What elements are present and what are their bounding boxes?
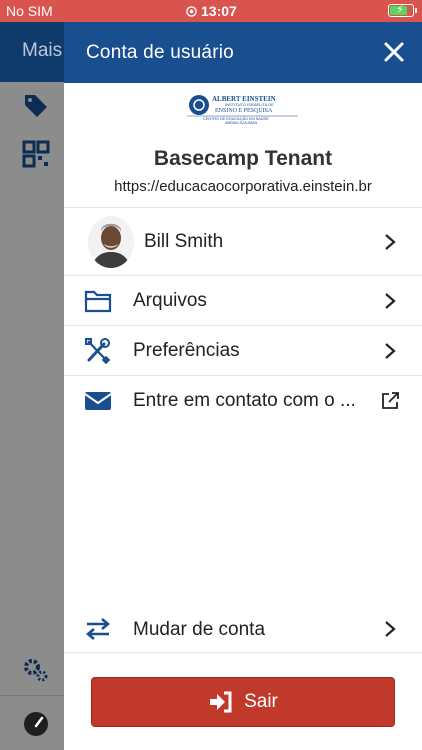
tag-icon[interactable] (22, 91, 50, 119)
background-title: Mais (22, 40, 63, 61)
tenant-name: Basecamp Tenant (153, 147, 333, 170)
menu-item-contact[interactable]: Entre em contato com o ... (64, 376, 422, 426)
avatar (88, 216, 134, 268)
status-bar: No SIM 13:07 ⚡ (0, 0, 422, 22)
chevron-right-icon (385, 621, 396, 637)
background-app: Mais (0, 22, 64, 750)
tools-icon (85, 338, 111, 364)
battery-icon: ⚡ (388, 4, 417, 17)
user-profile-row[interactable]: Bill Smith (64, 208, 422, 276)
switch-account-label: Mudar de conta (133, 619, 266, 640)
switch-arrows-icon (85, 618, 111, 640)
chevron-right-icon (385, 293, 396, 309)
logo-line5: ABRAM SZAJMAN (225, 121, 258, 125)
user-name: Bill Smith (144, 231, 224, 252)
user-account-drawer: Conta de usuário ALBERT EINSTEIN INSTITU… (64, 22, 422, 750)
folder-icon (84, 290, 112, 313)
tenant-info: ALBERT EINSTEIN INSTITUTO ISRAELITA DE E… (64, 83, 422, 208)
menu-item-label: Preferências (133, 340, 240, 361)
einstein-logo: ALBERT EINSTEIN INSTITUTO ISRAELITA DE E… (187, 95, 298, 125)
menu-item-label: Arquivos (133, 290, 207, 311)
logo-line2: INSTITUTO ISRAELITA DE (225, 102, 274, 107)
chevron-right-icon (385, 234, 396, 250)
menu-item-files[interactable]: Arquivos (64, 276, 422, 326)
tenant-url: https://educacaocorporativa.einstein.br (114, 178, 372, 195)
external-link-icon (382, 392, 399, 409)
gears-icon[interactable] (22, 656, 50, 684)
carrier-label: No SIM (6, 3, 53, 19)
logout-button[interactable]: Sair (91, 677, 395, 727)
menu-item-preferences[interactable]: Preferências (64, 326, 422, 376)
qr-code-icon[interactable] (22, 140, 50, 168)
background-header: Mais (0, 22, 64, 82)
sign-out-icon (210, 691, 232, 713)
close-icon[interactable] (382, 40, 406, 64)
envelope-icon (84, 392, 112, 410)
dashboard-gauge-icon[interactable] (22, 710, 50, 738)
logout-label: Sair (244, 691, 278, 712)
chevron-right-icon (385, 343, 396, 359)
drawer-header: Conta de usuário (64, 22, 422, 83)
switch-account-row[interactable]: Mudar de conta (64, 603, 422, 653)
menu-item-label: Entre em contato com o ... (133, 390, 356, 411)
clock: 13:07 (186, 3, 237, 19)
time-label: 13:07 (201, 3, 237, 19)
logo-line3: ENSINO E PESQUISA (215, 108, 273, 114)
alarm-icon (186, 5, 197, 17)
drawer-title: Conta de usuário (86, 42, 234, 63)
